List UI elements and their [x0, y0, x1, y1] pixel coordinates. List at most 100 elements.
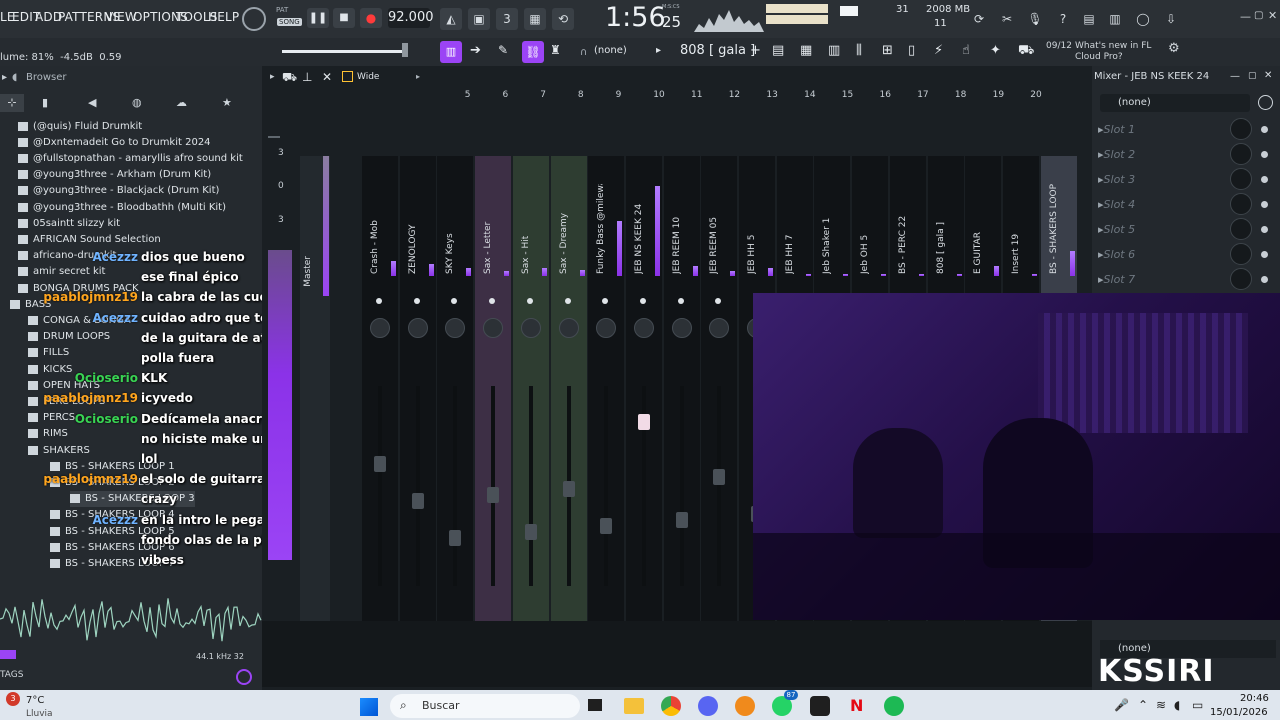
mic-tray-icon[interactable]: 🎤	[1114, 698, 1129, 712]
browser-item[interactable]: (@quis) Fluid Drumkit	[18, 118, 142, 134]
clock-time[interactable]: 20:46	[1240, 693, 1269, 704]
cloud-button[interactable]: ✦	[990, 43, 1001, 58]
insert-number[interactable]: 8	[578, 90, 584, 100]
insert-number[interactable]: 11	[691, 90, 702, 100]
slot-enable-led[interactable]	[1261, 250, 1268, 258]
start-button[interactable]	[360, 698, 378, 716]
mute-led[interactable]	[413, 298, 420, 304]
volume-fader[interactable]	[675, 512, 688, 528]
minimize-button[interactable]: —	[1240, 10, 1251, 23]
pan-knob[interactable]	[520, 318, 541, 338]
help-button[interactable]: ?	[1052, 8, 1074, 30]
download-button[interactable]: ⇩	[1160, 8, 1182, 30]
pan-knob[interactable]	[407, 318, 428, 338]
maximize-button[interactable]: ▢	[1254, 10, 1263, 21]
volume-fader[interactable]	[600, 518, 613, 534]
metronome-button[interactable]: ◭	[440, 8, 462, 30]
pan-knob[interactable]	[671, 318, 692, 338]
touch-button[interactable]: ☝	[962, 43, 970, 58]
pattern-selector[interactable]: (none)	[594, 45, 627, 56]
waveform-monitor[interactable]	[694, 4, 764, 32]
discord-icon[interactable]	[698, 696, 718, 716]
master-volume-knob[interactable]	[242, 7, 266, 31]
news-text[interactable]: What's new in FL Cloud Pro?	[1075, 41, 1173, 63]
mixer-strip[interactable]: Crash - Mob▲	[362, 156, 398, 686]
insert-number[interactable]: 12	[729, 90, 740, 100]
mixer-strip[interactable]: JEB NS KEEK 24▲	[625, 156, 662, 686]
plug-button[interactable]: ⚡	[934, 43, 943, 58]
browser-item[interactable]: @young3three - Arkham (Drum Kit)	[18, 167, 211, 183]
clock-date[interactable]: 15/01/2026	[1210, 707, 1268, 718]
browser-plugins-tab[interactable]: ◀	[88, 96, 96, 109]
mixer-close-button[interactable]: ✕	[1264, 70, 1272, 81]
mixer-strip[interactable]: Sax - Dreamy▲	[550, 156, 587, 686]
preview-play-button[interactable]	[0, 650, 16, 659]
browser-all-tab[interactable]: ⊹	[0, 94, 24, 112]
slot-enable-led[interactable]	[1261, 150, 1268, 158]
save-button[interactable]: ▤	[1078, 8, 1100, 30]
mixer-sliders-button[interactable]: ⫼	[856, 43, 862, 58]
master-pitch-slider[interactable]	[282, 50, 404, 53]
flstudio-icon[interactable]	[735, 696, 755, 716]
cut-button[interactable]: ✂	[996, 8, 1018, 30]
slot-mix-knob[interactable]	[1230, 218, 1252, 240]
insert-number[interactable]: 10	[653, 90, 664, 100]
slot-mix-knob[interactable]	[1230, 193, 1252, 215]
mixer-tool-icon[interactable]: ⛟	[282, 70, 297, 86]
mixer-strip[interactable]: Sax - Letter▲	[475, 156, 512, 686]
volume-fader[interactable]	[713, 469, 726, 485]
insert-number[interactable]: 6	[503, 90, 509, 100]
mute-led[interactable]	[376, 298, 382, 304]
slot-enable-led[interactable]	[1261, 225, 1268, 233]
capcut-icon[interactable]	[810, 696, 830, 716]
insert-number[interactable]: 15	[842, 90, 853, 100]
pan-knob[interactable]	[709, 318, 730, 338]
countdown-button[interactable]: 3	[496, 8, 518, 30]
slot-enable-led[interactable]	[1261, 175, 1268, 183]
effect-slot[interactable]: ▸ Slot 6	[1098, 243, 1274, 265]
explorer-icon[interactable]	[624, 698, 644, 714]
wait-input-button[interactable]: ▣	[468, 8, 490, 30]
close-button[interactable]: ✕	[1268, 9, 1277, 22]
taskview-icon[interactable]	[588, 699, 602, 711]
browser-item[interactable]: AFRICAN Sound Selection	[18, 231, 161, 247]
insert-number[interactable]: 7	[540, 90, 546, 100]
plugin-button[interactable]: ⊞	[882, 43, 893, 58]
effect-slot[interactable]: ▸ Slot 7	[1098, 268, 1274, 290]
mixer-strip[interactable]: Sax - Hit▲	[512, 156, 549, 686]
netflix-icon[interactable]: N	[850, 696, 863, 715]
loop-record-button[interactable]: ⟲	[552, 8, 574, 30]
mixer-max-button[interactable]: ▢	[1248, 71, 1257, 81]
browser-item[interactable]: @young3three - Bloodbathh (Multi Kit)	[18, 199, 226, 215]
effect-slot[interactable]: ▸ Slot 3	[1098, 168, 1274, 190]
slot-mix-knob[interactable]	[1230, 268, 1252, 290]
browser-item[interactable]: @Dxntemadeit Go to Drumkit 2024	[18, 134, 211, 150]
slot-preset-selector[interactable]: (none)	[1100, 94, 1250, 112]
volume-fader[interactable]	[562, 481, 575, 497]
mic-button[interactable]: 🎙	[1024, 8, 1046, 30]
browser-item[interactable]: @young3three - Blackjack (Drum Kit)	[18, 183, 219, 199]
mixer-view-button[interactable]: ▤	[772, 43, 784, 58]
stop-button[interactable]: ■	[333, 8, 355, 28]
mute-led[interactable]	[489, 298, 496, 304]
mute-led[interactable]	[677, 298, 684, 304]
pan-knob[interactable]	[370, 318, 390, 338]
slot-enable-led[interactable]	[1261, 200, 1268, 208]
volume-fader[interactable]	[487, 487, 500, 503]
chrome-icon[interactable]	[661, 696, 681, 716]
channel-selector[interactable]: 808 [ gala ]	[680, 43, 755, 58]
insert-number[interactable]: 20	[1030, 90, 1041, 100]
next-arrow-button[interactable]: ➔	[470, 43, 481, 58]
export-button[interactable]: ▥	[1104, 8, 1126, 30]
browser-cloud-tab[interactable]: ☁	[176, 96, 187, 109]
chat-button[interactable]: ◯	[1132, 8, 1154, 30]
mute-led[interactable]	[715, 298, 722, 304]
insert-number[interactable]: 9	[616, 90, 622, 100]
slot-mix-knob[interactable]	[1230, 243, 1252, 265]
browser-item[interactable]: @fullstopnathan - amaryllis afro sound k…	[18, 150, 243, 166]
effect-slot[interactable]: ▸ Slot 1	[1098, 118, 1274, 140]
news-icon[interactable]: ⚙	[1168, 41, 1180, 56]
tempo-display[interactable]: 92.000	[388, 8, 434, 28]
weather-temp[interactable]: 7°C	[26, 695, 44, 706]
mute-led[interactable]	[451, 298, 458, 304]
